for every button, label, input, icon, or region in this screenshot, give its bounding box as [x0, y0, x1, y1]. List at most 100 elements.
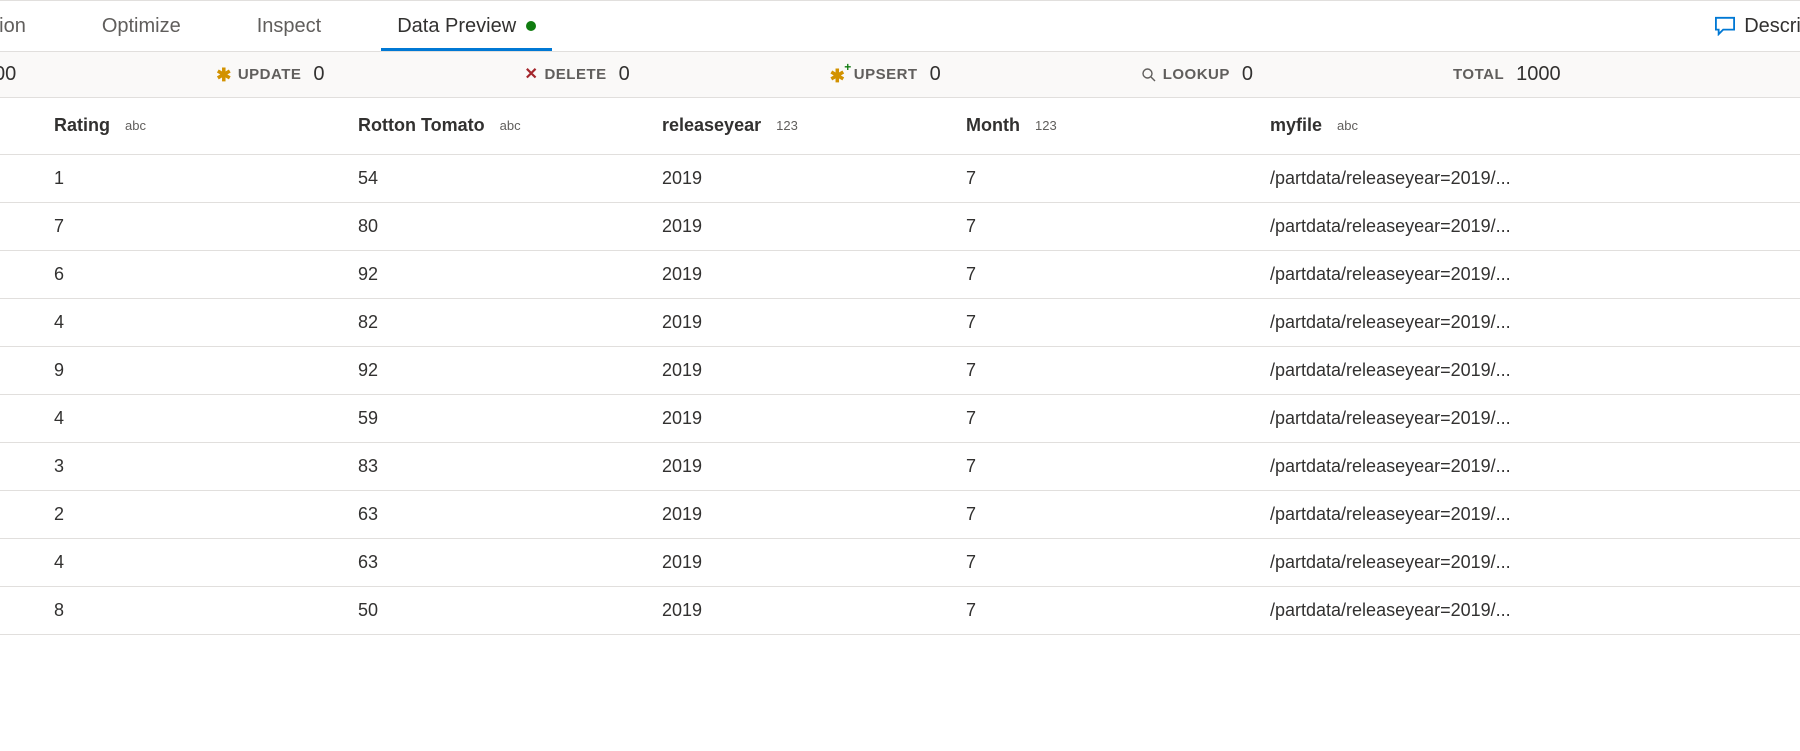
- tab-optimize[interactable]: Optimize: [64, 1, 219, 51]
- cell-rotten-tomato: 63: [358, 490, 662, 538]
- tab-label: Inspect: [257, 15, 321, 38]
- table-row[interactable]: 15420197/partdata/releaseyear=2019/...: [0, 154, 1800, 202]
- table-header-month[interactable]: Month 123: [966, 98, 1270, 154]
- cell-month: 7: [966, 490, 1270, 538]
- cell-myfile: /partdata/releaseyear=2019/...: [1270, 586, 1800, 634]
- stat-value: 0: [313, 63, 324, 86]
- stat-value: 0: [619, 63, 630, 86]
- upsert-icon: ✱+: [830, 66, 848, 84]
- tab-projection[interactable]: jection: [0, 1, 64, 51]
- row-lead: [0, 442, 54, 490]
- cell-myfile: /partdata/releaseyear=2019/...: [1270, 202, 1800, 250]
- table-header-myfile[interactable]: myfile abc: [1270, 98, 1800, 154]
- column-name: Month: [966, 115, 1020, 135]
- cell-rating: 9: [54, 346, 358, 394]
- table-row[interactable]: 85020197/partdata/releaseyear=2019/...: [0, 586, 1800, 634]
- tab-label: jection: [0, 15, 26, 38]
- stat-upsert: ✱+ UPSERT 0: [830, 63, 941, 86]
- table-row[interactable]: 38320197/partdata/releaseyear=2019/...: [0, 442, 1800, 490]
- stat-leading: 00: [0, 63, 16, 86]
- table-header-releaseyear[interactable]: releaseyear 123: [662, 98, 966, 154]
- table-row[interactable]: 69220197/partdata/releaseyear=2019/...: [0, 250, 1800, 298]
- cell-rating: 6: [54, 250, 358, 298]
- row-lead: [0, 298, 54, 346]
- cell-rotten-tomato: 82: [358, 298, 662, 346]
- data-preview-table: Rating abc Rotton Tomato abc releaseyear…: [0, 98, 1800, 635]
- stat-value: 1000: [1516, 63, 1561, 86]
- column-type: abc: [125, 118, 146, 133]
- cell-rotten-tomato: 54: [358, 154, 662, 202]
- table-row[interactable]: 99220197/partdata/releaseyear=2019/...: [0, 346, 1800, 394]
- row-lead: [0, 250, 54, 298]
- cell-rating: 4: [54, 538, 358, 586]
- cell-month: 7: [966, 154, 1270, 202]
- row-lead: [0, 490, 54, 538]
- asterisk-icon: ✱: [216, 66, 232, 84]
- table-header-rating[interactable]: Rating abc: [54, 98, 358, 154]
- cell-rating: 2: [54, 490, 358, 538]
- cell-myfile: /partdata/releaseyear=2019/...: [1270, 490, 1800, 538]
- cell-month: 7: [966, 442, 1270, 490]
- description-button[interactable]: Descrip: [1714, 15, 1800, 38]
- comment-icon: [1714, 16, 1736, 36]
- search-icon: [1141, 67, 1157, 83]
- row-lead: [0, 154, 54, 202]
- table-header-row: Rating abc Rotton Tomato abc releaseyear…: [0, 98, 1800, 154]
- cell-myfile: /partdata/releaseyear=2019/...: [1270, 394, 1800, 442]
- stat-total: TOTAL 1000: [1453, 63, 1561, 86]
- table-row[interactable]: 78020197/partdata/releaseyear=2019/...: [0, 202, 1800, 250]
- column-name: Rotton Tomato: [358, 115, 485, 135]
- cell-rating: 4: [54, 394, 358, 442]
- column-name: releaseyear: [662, 115, 761, 135]
- cell-releaseyear: 2019: [662, 298, 966, 346]
- column-type: 123: [776, 118, 798, 133]
- stat-update: ✱ UPDATE 0: [216, 63, 324, 86]
- cell-myfile: /partdata/releaseyear=2019/...: [1270, 250, 1800, 298]
- stat-label: UPSERT: [854, 66, 918, 83]
- cross-icon: ✕: [525, 67, 539, 83]
- column-type: abc: [1337, 118, 1358, 133]
- table-row[interactable]: 26320197/partdata/releaseyear=2019/...: [0, 490, 1800, 538]
- tab-data-preview[interactable]: Data Preview: [359, 1, 574, 51]
- row-lead: [0, 586, 54, 634]
- cell-month: 7: [966, 298, 1270, 346]
- cell-rating: 3: [54, 442, 358, 490]
- cell-rotten-tomato: 83: [358, 442, 662, 490]
- cell-releaseyear: 2019: [662, 250, 966, 298]
- table-row[interactable]: 46320197/partdata/releaseyear=2019/...: [0, 538, 1800, 586]
- cell-myfile: /partdata/releaseyear=2019/...: [1270, 154, 1800, 202]
- stat-value: 00: [0, 63, 16, 86]
- cell-myfile: /partdata/releaseyear=2019/...: [1270, 538, 1800, 586]
- tab-label: Data Preview: [397, 15, 516, 38]
- cell-releaseyear: 2019: [662, 490, 966, 538]
- row-lead: [0, 538, 54, 586]
- cell-releaseyear: 2019: [662, 202, 966, 250]
- cell-myfile: /partdata/releaseyear=2019/...: [1270, 346, 1800, 394]
- row-lead: [0, 394, 54, 442]
- cell-rotten-tomato: 59: [358, 394, 662, 442]
- table-header-rotten-tomato[interactable]: Rotton Tomato abc: [358, 98, 662, 154]
- cell-month: 7: [966, 538, 1270, 586]
- cell-rotten-tomato: 63: [358, 538, 662, 586]
- tab-label: Optimize: [102, 15, 181, 38]
- cell-rating: 1: [54, 154, 358, 202]
- tab-inspect[interactable]: Inspect: [219, 1, 359, 51]
- stat-lookup: LOOKUP 0: [1141, 63, 1253, 86]
- cell-releaseyear: 2019: [662, 538, 966, 586]
- status-dot-icon: [526, 21, 536, 31]
- cell-month: 7: [966, 250, 1270, 298]
- cell-releaseyear: 2019: [662, 394, 966, 442]
- column-name: Rating: [54, 115, 110, 135]
- stat-label: DELETE: [544, 66, 606, 83]
- stat-label: LOOKUP: [1163, 66, 1230, 83]
- row-lead: [0, 346, 54, 394]
- cell-rating: 8: [54, 586, 358, 634]
- stat-value: 0: [1242, 63, 1253, 86]
- cell-month: 7: [966, 346, 1270, 394]
- cell-releaseyear: 2019: [662, 346, 966, 394]
- table-row[interactable]: 48220197/partdata/releaseyear=2019/...: [0, 298, 1800, 346]
- table-row[interactable]: 45920197/partdata/releaseyear=2019/...: [0, 394, 1800, 442]
- column-type: abc: [500, 118, 521, 133]
- row-lead: [0, 202, 54, 250]
- column-name: myfile: [1270, 115, 1322, 135]
